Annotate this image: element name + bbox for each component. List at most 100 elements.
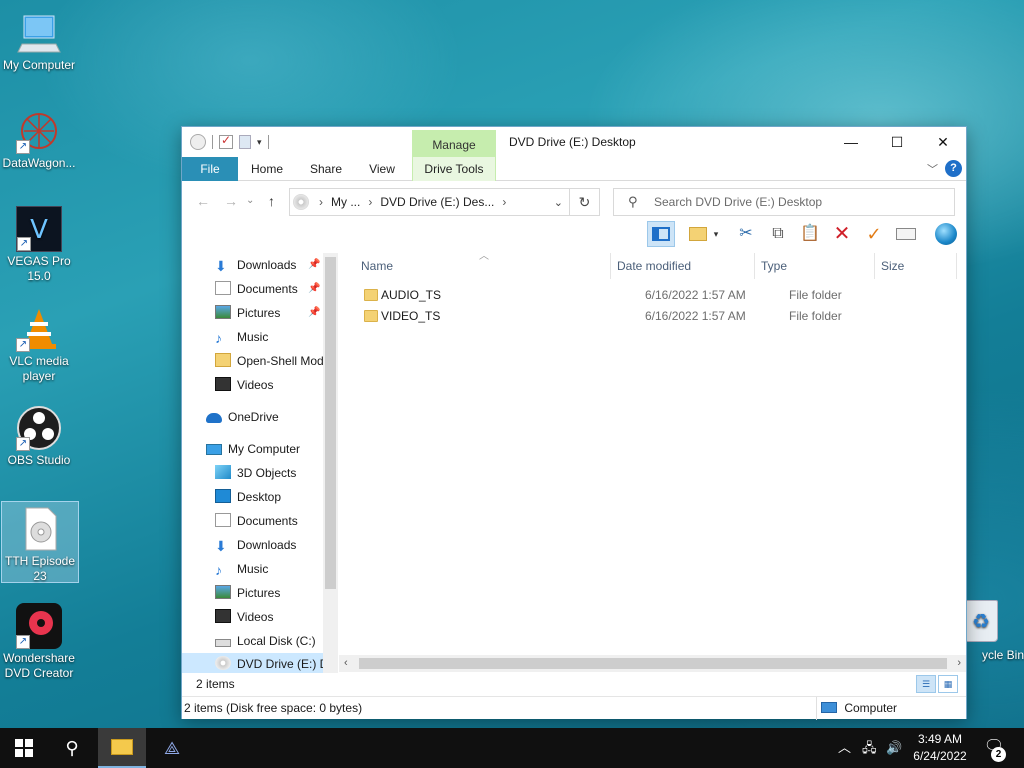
- scroll-right-icon[interactable]: ›: [957, 655, 961, 672]
- tab-view[interactable]: View: [364, 157, 400, 181]
- properties-icon[interactable]: [219, 133, 233, 149]
- large-icons-view-icon[interactable]: ▦: [938, 675, 958, 693]
- desktop-icon-datawagon[interactable]: ↗ DataWagon...: [0, 108, 78, 171]
- delete-icon[interactable]: ✕: [828, 221, 856, 247]
- nav-item-label: Open-Shell Mod: [237, 354, 324, 368]
- desktop-icon-obs[interactable]: ↗ OBS Studio: [0, 405, 78, 468]
- maximize-button[interactable]: ☐: [874, 127, 920, 157]
- nav-item-videos[interactable]: Videos: [182, 374, 273, 396]
- scrollbar-thumb[interactable]: [359, 658, 947, 669]
- customize-qat-icon[interactable]: ▾: [257, 137, 262, 148]
- pin-icon[interactable]: 📌: [308, 254, 320, 276]
- nav-item-my-computer[interactable]: My Computer: [182, 438, 300, 460]
- tab-file[interactable]: File: [182, 157, 238, 181]
- table-row[interactable]: VIDEO_TS 6/16/2022 1:57 AM File folder: [339, 306, 966, 327]
- open-folder-icon[interactable]: [684, 221, 712, 247]
- help-icon[interactable]: ?: [945, 160, 962, 177]
- desktop-icon-my-computer[interactable]: My Computer: [0, 10, 78, 73]
- close-button[interactable]: ✕: [920, 127, 966, 157]
- cube-icon: [215, 465, 231, 479]
- nav-item-music[interactable]: ♪ Music: [182, 326, 268, 348]
- nav-item-pictures[interactable]: Pictures: [182, 582, 280, 604]
- table-row[interactable]: AUDIO_TS 6/16/2022 1:57 AM File folder: [339, 285, 966, 306]
- column-header-name[interactable]: Name: [355, 253, 611, 279]
- tab-manage[interactable]: Manage: [412, 130, 496, 157]
- internet-globe-icon[interactable]: [932, 221, 960, 247]
- copy-icon[interactable]: ⧉: [764, 221, 792, 247]
- nav-item-pictures[interactable]: Pictures 📌: [182, 302, 320, 324]
- nav-item-label: OneDrive: [228, 410, 279, 424]
- address-dropdown-icon[interactable]: ⌄: [554, 196, 563, 209]
- nav-item-music[interactable]: ♪ Music: [182, 558, 268, 580]
- nav-item-label: My Computer: [228, 442, 301, 456]
- volume-icon[interactable]: 🔊: [886, 728, 902, 768]
- nav-item-open-shell[interactable]: Open-Shell Mod: [182, 350, 324, 372]
- expand-ribbon-icon[interactable]: ﹀: [927, 161, 938, 177]
- breadcrumb-dvd-drive[interactable]: DVD Drive (E:) Des...: [380, 195, 494, 209]
- pinned-app-icon[interactable]: ⟁: [148, 728, 196, 768]
- nav-item-videos[interactable]: Videos: [182, 606, 273, 628]
- up-arrow-icon[interactable]: ↑: [268, 193, 275, 209]
- horizontal-scrollbar[interactable]: ‹ ›: [339, 655, 966, 672]
- nav-item-downloads[interactable]: ⬇ Downloads 📌: [182, 254, 320, 276]
- paste-icon[interactable]: 📋: [796, 221, 824, 247]
- tab-share[interactable]: Share: [306, 157, 346, 181]
- address-bar[interactable]: › My ... › DVD Drive (E:) Des... › ⌄: [289, 188, 570, 216]
- dropdown-arrow-icon[interactable]: ▾: [709, 221, 723, 247]
- checkmark-icon[interactable]: ✓: [860, 221, 888, 247]
- rename-icon[interactable]: [892, 221, 920, 247]
- shortcut-arrow-icon: ↗: [16, 635, 30, 649]
- back-arrow-icon[interactable]: ←: [196, 193, 210, 209]
- shortcut-arrow-icon: ↗: [16, 437, 30, 451]
- nav-item-onedrive[interactable]: OneDrive: [182, 406, 279, 428]
- nav-item-downloads[interactable]: ⬇ Downloads: [182, 534, 296, 556]
- desktop-icon-vlc[interactable]: ↗ VLC media player: [0, 306, 78, 384]
- network-icon[interactable]: 🖧: [862, 728, 877, 768]
- details-view-icon[interactable]: ☰: [916, 675, 936, 693]
- nav-item-label: Downloads: [237, 538, 297, 552]
- clock[interactable]: 3:49 AM 6/24/2022: [908, 731, 972, 765]
- nav-item-documents[interactable]: Documents: [182, 510, 298, 532]
- desktop-icon-tth-episode[interactable]: TTH Episode 23: [1, 501, 79, 583]
- preview-pane-icon[interactable]: [647, 221, 675, 247]
- tab-home[interactable]: Home: [246, 157, 288, 181]
- scrollbar-thumb[interactable]: [325, 257, 336, 589]
- search-icon[interactable]: ⚲: [48, 728, 96, 768]
- column-header-size[interactable]: Size: [875, 253, 957, 279]
- item-count: 2 items: [196, 677, 235, 691]
- column-header-type[interactable]: Type: [755, 253, 875, 279]
- forward-arrow-icon[interactable]: →: [224, 193, 238, 209]
- file-explorer-icon[interactable]: [98, 728, 146, 768]
- nav-item-documents[interactable]: Documents 📌: [182, 278, 320, 300]
- nav-item-3d-objects[interactable]: 3D Objects: [182, 462, 296, 484]
- recent-locations-icon[interactable]: ⌄: [246, 195, 254, 206]
- refresh-button[interactable]: ↻: [570, 188, 600, 216]
- nav-item-local-disk[interactable]: Local Disk (C:): [182, 630, 316, 652]
- cut-icon[interactable]: ✂: [732, 221, 760, 247]
- window-controls: — ☐ ✕: [828, 127, 966, 157]
- minimize-button[interactable]: —: [828, 127, 874, 157]
- document-icon: [215, 281, 231, 295]
- desktop-icon-wondershare[interactable]: ↗ Wondershare DVD Creator: [0, 603, 78, 681]
- new-folder-icon[interactable]: [239, 135, 251, 149]
- column-header-date[interactable]: Date modified: [611, 253, 755, 279]
- breadcrumb-separator: ›: [502, 195, 507, 209]
- pin-icon[interactable]: 📌: [308, 278, 320, 300]
- file-date: 6/16/2022 1:57 AM: [645, 288, 746, 302]
- taskbar: ⚲ ⟁ ︿ 🖧 🔊 3:49 AM 6/24/2022 🗨 2: [0, 728, 1024, 768]
- search-input[interactable]: ⚲ Search DVD Drive (E:) Desktop: [613, 188, 955, 216]
- desktop-icon-vegas-pro[interactable]: V ↗ VEGAS Pro 15.0: [0, 206, 78, 284]
- breadcrumb-my-computer[interactable]: My ...: [331, 195, 360, 209]
- start-button[interactable]: [0, 728, 48, 768]
- nav-item-desktop[interactable]: Desktop: [182, 486, 281, 508]
- tab-drive-tools[interactable]: Drive Tools: [412, 157, 496, 181]
- film-icon: [215, 609, 231, 623]
- explorer-window: ▾ Manage DVD Drive (E:) Desktop — ☐ ✕ Fi…: [181, 126, 967, 720]
- show-hidden-icons[interactable]: ︿: [838, 728, 851, 768]
- view-switcher: ☰ ▦: [916, 675, 958, 693]
- pin-icon[interactable]: 📌: [308, 302, 320, 324]
- scroll-left-icon[interactable]: ‹: [344, 655, 348, 672]
- nav-item-dvd-drive[interactable]: DVD Drive (E:) De: [182, 653, 335, 673]
- action-center-icon[interactable]: 🗨 2: [980, 736, 1008, 762]
- nav-scrollbar[interactable]: [323, 253, 338, 673]
